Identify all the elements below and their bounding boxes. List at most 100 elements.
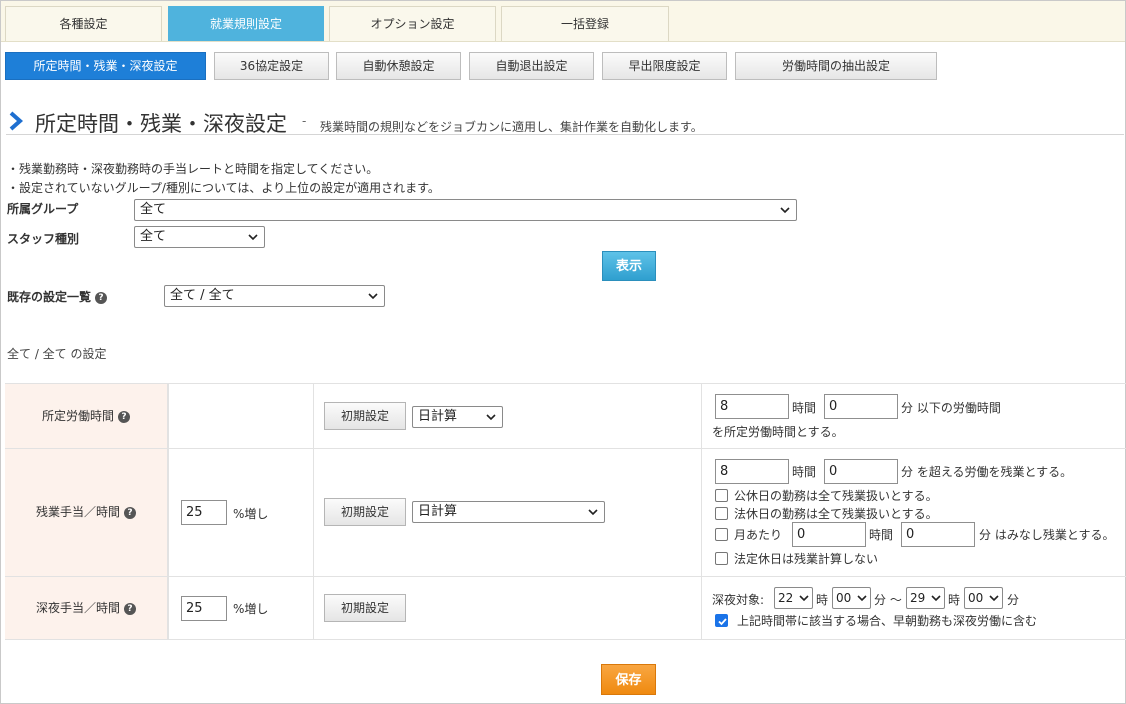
early-morning-night-checkbox[interactable]	[715, 614, 728, 627]
existing-settings-value: 全て / 全て	[170, 288, 235, 303]
minute-unit: 分	[1007, 593, 1020, 607]
staff-type-label: スタッフ種別	[7, 232, 80, 246]
title-separator: -	[302, 114, 307, 128]
tab-options[interactable]: オプション設定	[329, 6, 496, 41]
help-icon[interactable]: ?	[124, 507, 136, 519]
group-select[interactable]: 全て	[134, 199, 797, 221]
instruction-note: ・設定されていないグループ/種別については、より上位の設定が適用されます。	[7, 181, 440, 195]
monthly-prefix: 月あたり	[734, 528, 783, 542]
chevron-down-icon	[588, 509, 598, 516]
subtab-prescribed-overtime-night[interactable]: 所定時間・残業・深夜設定	[5, 52, 206, 80]
row-header-prescribed: 所定労働時間?	[5, 384, 168, 448]
hour-unit: 時	[948, 593, 961, 607]
row-label: 深夜手当／時間	[35, 601, 120, 615]
help-icon[interactable]: ?	[95, 292, 108, 304]
chevron-down-icon	[486, 414, 496, 421]
subtab-early-limit[interactable]: 早出限度設定	[602, 52, 727, 80]
early-morning-night-label: 上記時間帯に該当する場合、早朝勤務も深夜労働に含む	[737, 614, 1038, 628]
night-target-label: 深夜対象:	[712, 593, 765, 607]
legal-holiday-no-overtime-checkbox[interactable]	[715, 552, 728, 565]
chevron-down-icon	[857, 595, 867, 602]
row-header-night: 深夜手当／時間?	[5, 577, 168, 639]
row-header-overtime: 残業手当／時間?	[5, 449, 168, 576]
overtime-hours-input[interactable]: 8	[715, 459, 789, 484]
rate-unit: %増し	[233, 507, 269, 521]
subtab-work-time-extraction[interactable]: 労働時間の抽出設定	[735, 52, 937, 80]
existing-settings-label-text: 既存の設定一覧	[7, 290, 92, 304]
row-label: 所定労働時間	[41, 409, 114, 423]
night-start-hour-select[interactable]: 22	[774, 587, 813, 609]
monthly-hours-input[interactable]: 0	[792, 522, 866, 547]
hours-unit: 時間	[792, 401, 817, 415]
overtime-minutes-input[interactable]: 0	[824, 459, 898, 484]
chevron-down-icon	[248, 234, 258, 241]
subtab-auto-break[interactable]: 自動休憩設定	[336, 52, 461, 80]
monthly-deemed-checkbox[interactable]	[715, 528, 728, 541]
legal-holiday-label: 法休日の勤務は全て残業扱いとする。	[734, 507, 938, 521]
save-button[interactable]: 保存	[601, 664, 656, 695]
staff-type-select-value: 全て	[140, 229, 167, 244]
rate-unit: %増し	[233, 602, 269, 616]
hour-unit: 時	[816, 593, 829, 607]
staff-type-select[interactable]: 全て	[134, 226, 265, 248]
tab-general-settings[interactable]: 各種設定	[5, 6, 162, 41]
calc-method-value: 日計算	[418, 409, 458, 424]
minutes-suffix: 分 を超える労働を残業とする。	[901, 465, 1073, 479]
group-select-value: 全て	[140, 202, 167, 217]
hours-unit: 時間	[792, 465, 817, 479]
init-settings-button[interactable]: 初期設定	[324, 498, 406, 526]
init-settings-button[interactable]: 初期設定	[324, 402, 406, 430]
monthly-minutes-input[interactable]: 0	[901, 522, 975, 547]
overtime-rate-input[interactable]: 25	[181, 500, 227, 525]
table-column-divider	[168, 383, 169, 639]
chevron-down-icon	[989, 595, 999, 602]
table-border	[5, 448, 1126, 449]
help-icon[interactable]: ?	[118, 411, 130, 423]
group-label: 所属グループ	[7, 202, 79, 216]
night-start-hour-value: 22	[778, 591, 794, 605]
calc-method-value: 日計算	[418, 504, 458, 519]
subtab-36-agreement[interactable]: 36協定設定	[214, 52, 329, 80]
help-icon[interactable]: ?	[124, 603, 136, 615]
night-start-minute-value: 00	[836, 591, 852, 605]
night-rate-input[interactable]: 25	[181, 596, 227, 621]
existing-settings-select[interactable]: 全て / 全て	[164, 285, 385, 307]
night-end-minute-value: 00	[968, 591, 984, 605]
check-icon	[718, 618, 727, 626]
prescribed-description: を所定労働時間とする。	[712, 425, 844, 439]
legal-holiday-no-overtime-label: 法定休日は残業計算しない	[734, 552, 879, 566]
table-column-divider	[313, 383, 314, 639]
prescribed-minutes-input[interactable]: 0	[824, 394, 898, 419]
instruction-note: ・残業勤務時・深夜勤務時の手当レートと時間を指定してください。	[7, 162, 379, 176]
night-start-minute-select[interactable]: 00	[832, 587, 871, 609]
subtab-auto-exit[interactable]: 自動退出設定	[469, 52, 594, 80]
public-holiday-checkbox[interactable]	[715, 489, 728, 502]
public-holiday-label: 公休日の勤務は全て残業扱いとする。	[734, 489, 938, 503]
table-border	[5, 639, 1126, 640]
night-end-minute-select[interactable]: 00	[964, 587, 1003, 609]
minute-unit-tilde: 分 〜	[874, 593, 902, 607]
night-end-hour-value: 29	[910, 591, 926, 605]
tab-work-rules[interactable]: 就業規則設定	[168, 6, 324, 41]
heading-divider	[6, 134, 1124, 135]
chevron-down-icon	[799, 595, 809, 602]
existing-settings-label: 既存の設定一覧?	[7, 288, 108, 305]
settings-section-title: 全て / 全て の設定	[7, 347, 107, 361]
minutes-suffix: 分 以下の労働時間	[901, 401, 1001, 415]
chevron-down-icon	[368, 293, 378, 300]
tab-bulk-register[interactable]: 一括登録	[501, 6, 669, 41]
calc-method-select[interactable]: 日計算	[412, 406, 503, 428]
legal-holiday-checkbox[interactable]	[715, 507, 728, 520]
show-button[interactable]: 表示	[602, 251, 656, 281]
table-border	[5, 576, 1126, 577]
calc-method-select[interactable]: 日計算	[412, 501, 605, 523]
prescribed-hours-input[interactable]: 8	[715, 394, 789, 419]
table-border	[5, 383, 1126, 384]
row-label: 残業手当／時間	[35, 505, 120, 519]
night-end-hour-select[interactable]: 29	[906, 587, 945, 609]
chevron-down-icon	[780, 207, 790, 214]
page-description: 残業時間の規則などをジョブカンに適用し、集計作業を自動化します。	[320, 120, 703, 134]
chevron-right-icon	[9, 111, 24, 131]
monthly-suffix: 分 はみなし残業とする。	[979, 528, 1115, 542]
init-settings-button[interactable]: 初期設定	[324, 594, 406, 622]
